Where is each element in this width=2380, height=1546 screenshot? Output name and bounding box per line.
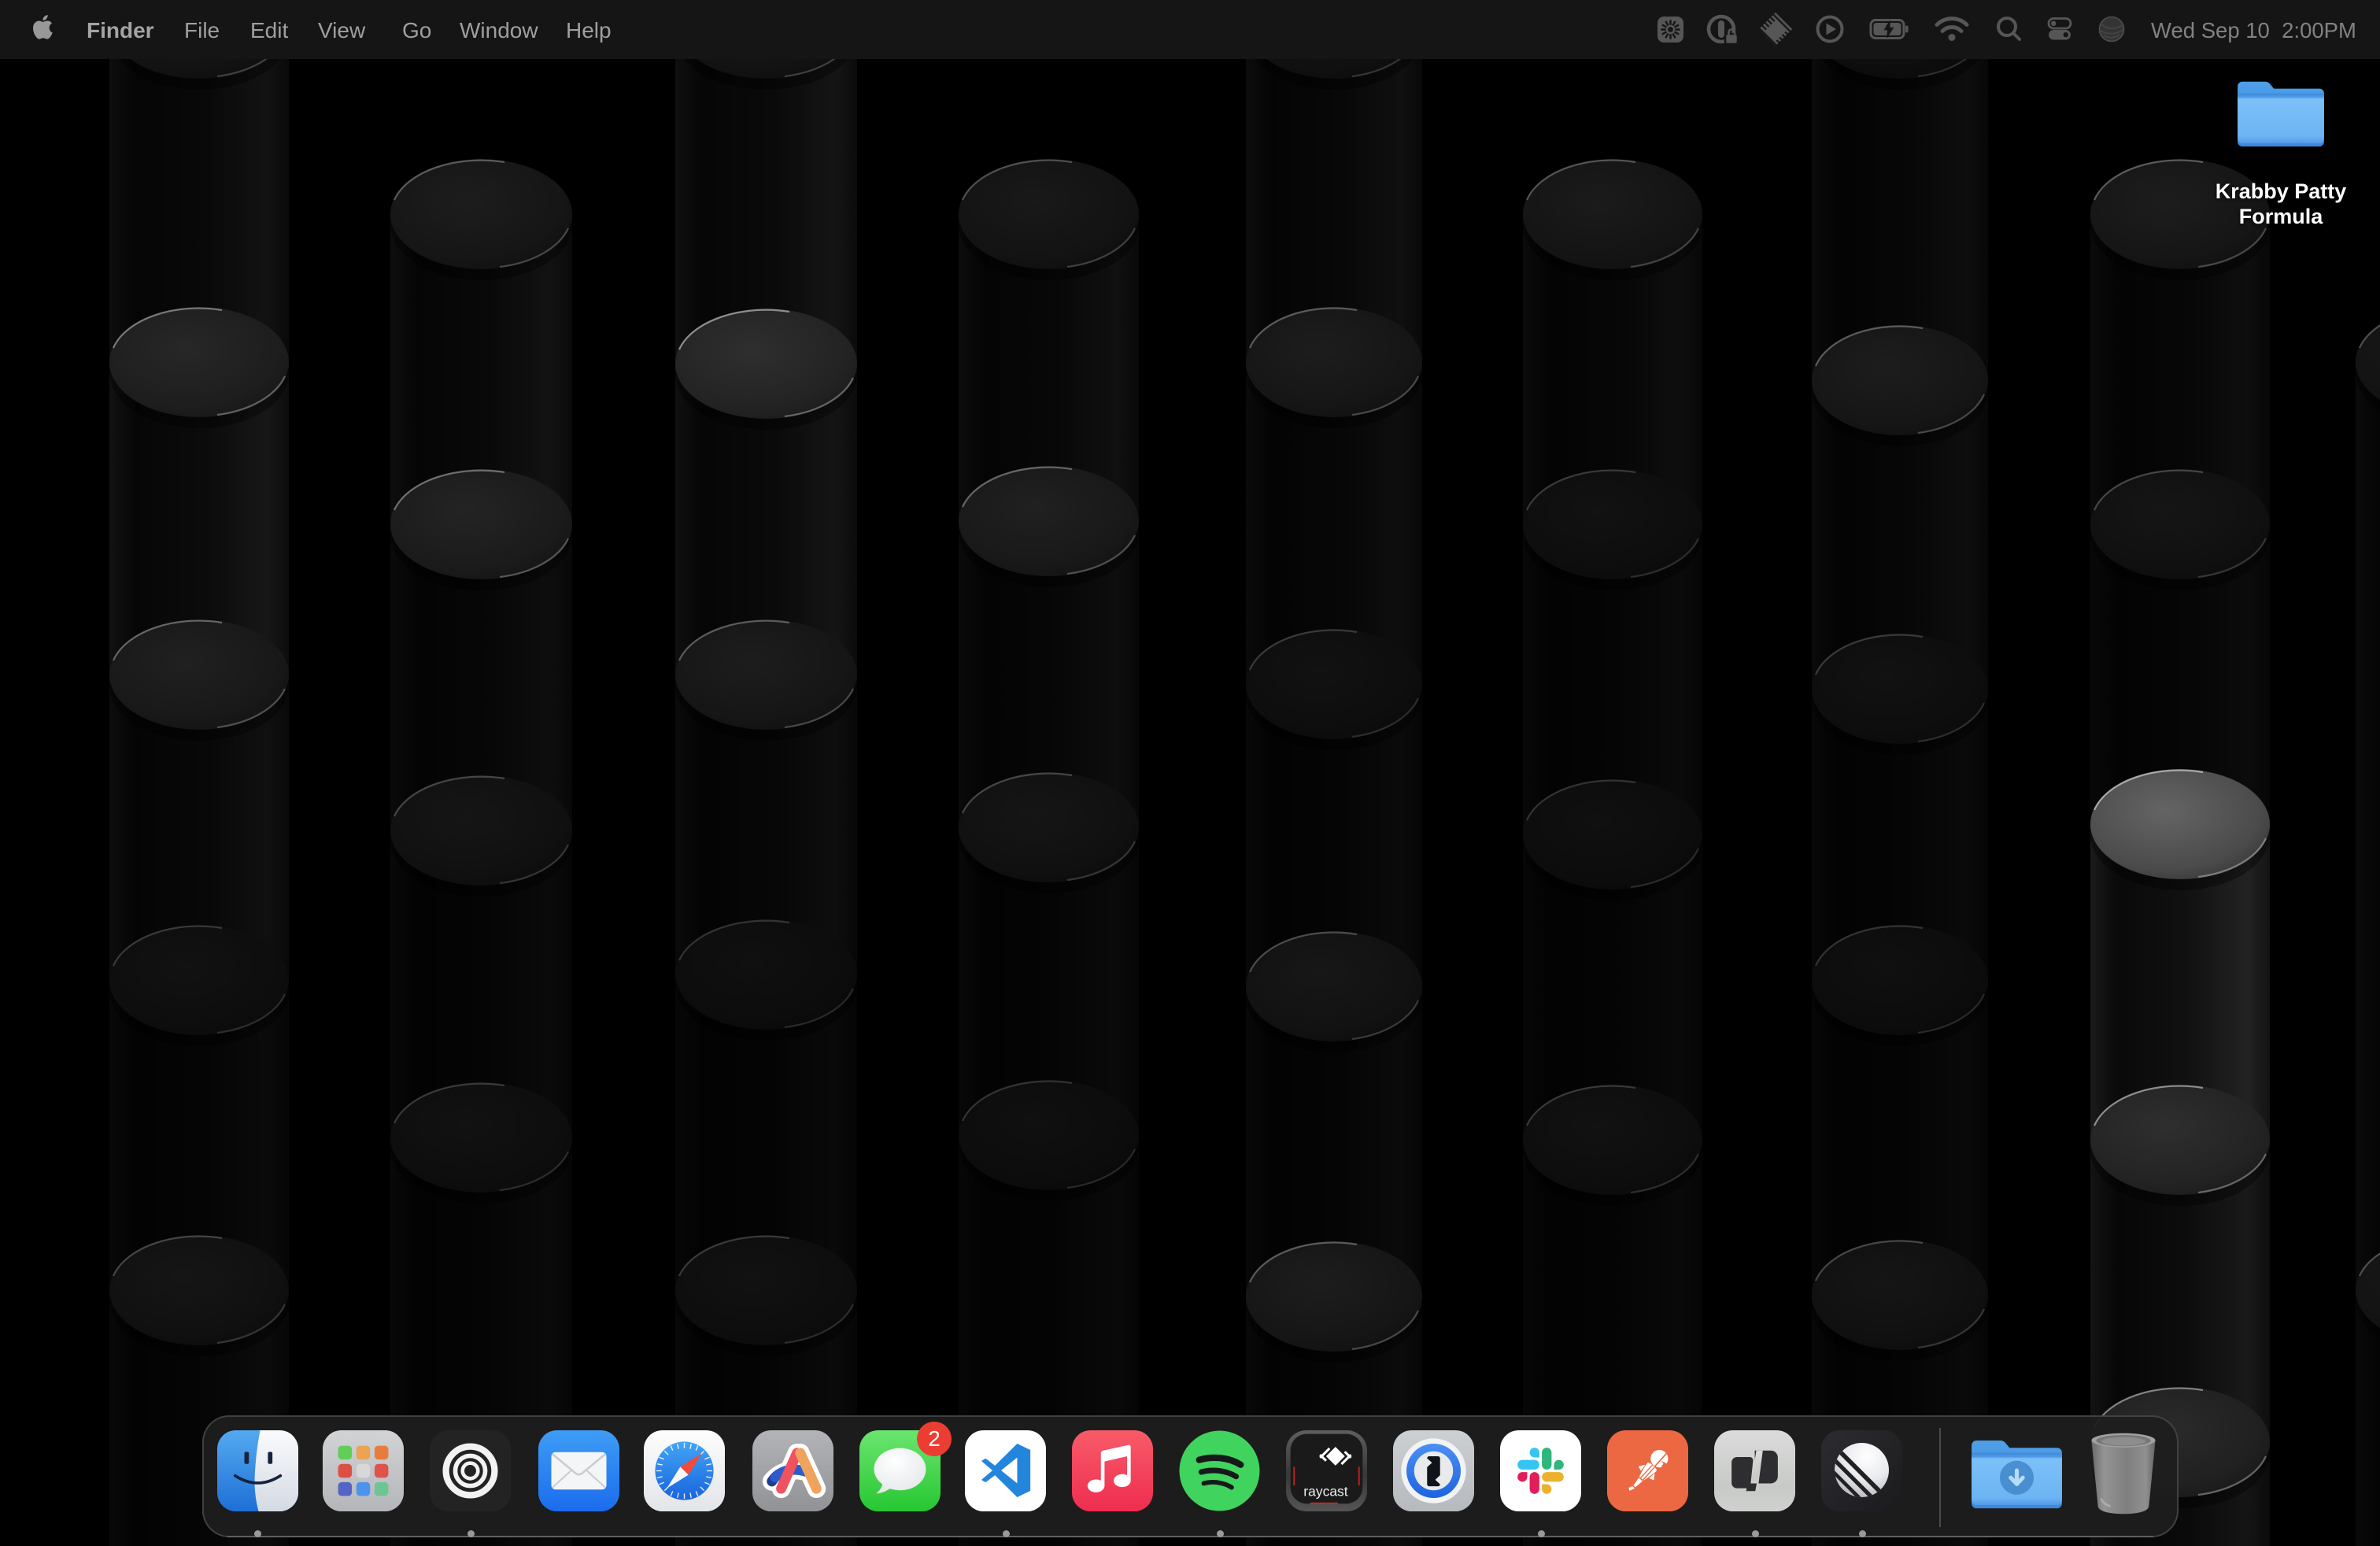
svg-text:raycast: raycast xyxy=(1303,1483,1348,1499)
